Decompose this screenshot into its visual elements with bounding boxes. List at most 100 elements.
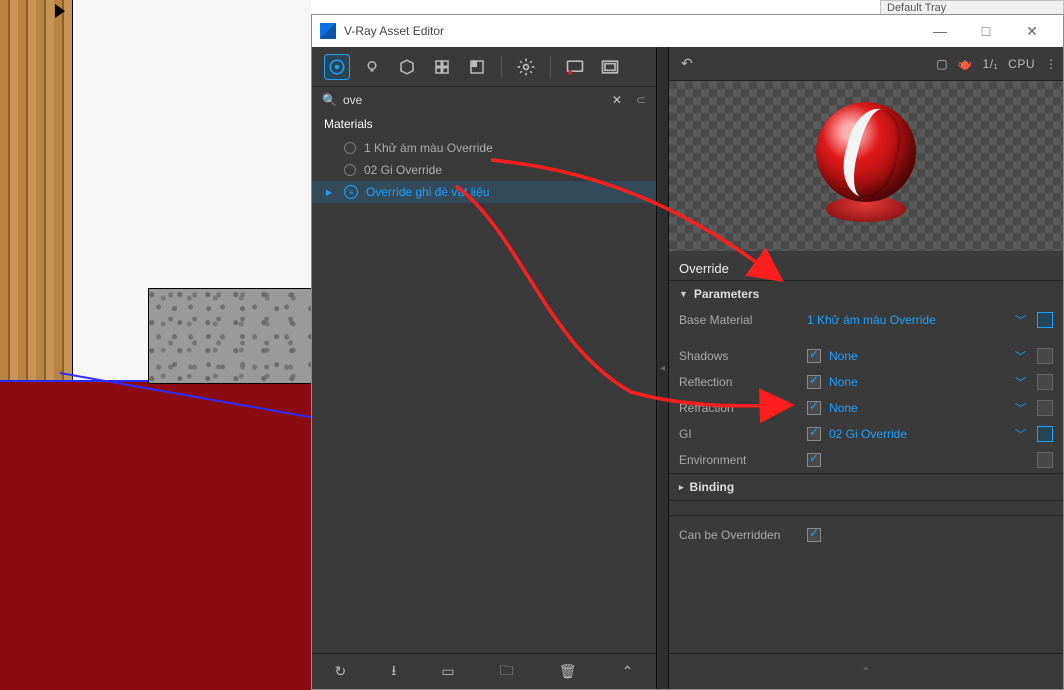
material-label: 02 Gi Override: [364, 163, 442, 177]
preview-sphere: [798, 98, 934, 234]
lights-icon[interactable]: [359, 54, 385, 80]
chevron-down-icon[interactable]: ﹀: [1015, 348, 1026, 364]
window-maximize-button[interactable]: □: [963, 16, 1009, 46]
chevron-down-icon[interactable]: ﹀: [1015, 400, 1026, 416]
param-label: Reflection: [679, 375, 799, 389]
param-gi: GI 02 Gi Override ﹀: [669, 421, 1063, 447]
left-panel: 🔍 ✕ ⊂ Materials 1 Khử ám màu Override 02…: [312, 47, 657, 689]
filter-toggle-icon[interactable]: ⊂: [636, 93, 646, 107]
param-refraction: Refraction None ﹀: [669, 395, 1063, 421]
reload-icon[interactable]: ↻: [335, 663, 347, 680]
window-title: V-Ray Asset Editor: [344, 24, 444, 38]
search-icon: 🔍: [322, 93, 337, 107]
param-value[interactable]: 1 Khử ám màu Override: [807, 313, 1007, 327]
render-ratio[interactable]: 1/₁: [983, 57, 999, 71]
render-icon[interactable]: [562, 54, 588, 80]
checkbox[interactable]: [807, 528, 821, 542]
render-device-label[interactable]: CPU: [1008, 57, 1035, 71]
left-panel-footer: ↻ ⭳ ▭ 🗀 🗑 ⌃: [312, 653, 656, 689]
geometries-icon[interactable]: [394, 54, 420, 80]
textures-icon[interactable]: [464, 54, 490, 80]
texture-slot-icon[interactable]: [1037, 426, 1053, 442]
import-icon[interactable]: ⭳: [391, 660, 396, 684]
texture-slot-icon[interactable]: [1037, 400, 1053, 416]
toolbar-separator: [501, 56, 502, 78]
texture-slot-icon[interactable]: [1037, 312, 1053, 328]
parameters-header[interactable]: ▼ Parameters: [669, 281, 1063, 307]
checkbox[interactable]: [807, 427, 821, 441]
search-bar: 🔍 ✕ ⊂: [312, 87, 656, 113]
checkbox[interactable]: [807, 375, 821, 389]
param-value[interactable]: None: [829, 375, 1007, 389]
texture-slot-icon[interactable]: [1037, 348, 1053, 364]
material-label: Override ghi đè vật liệu: [366, 185, 489, 199]
checkbox[interactable]: [807, 349, 821, 363]
delete-icon[interactable]: 🗑: [559, 663, 577, 680]
material-swatch-icon: [344, 142, 356, 154]
sketchup-viewport[interactable]: [0, 0, 311, 690]
more-icon[interactable]: ⋮: [1045, 57, 1057, 71]
chevron-down-icon[interactable]: ﹀: [1015, 374, 1026, 390]
sphere-icon: [816, 102, 916, 202]
right-panel-title: Override: [669, 251, 1063, 281]
chevron-down-icon[interactable]: ﹀: [1015, 426, 1026, 442]
param-label: Shadows: [679, 349, 799, 363]
right-panel-footer: ⌃: [669, 653, 1063, 689]
search-input[interactable]: [343, 93, 606, 107]
frame-buffer-icon[interactable]: [597, 54, 623, 80]
viewport-icon[interactable]: ▢: [936, 57, 947, 71]
param-value[interactable]: 02 Gi Override: [829, 427, 1007, 441]
param-shadows: Shadows None ﹀: [669, 343, 1063, 369]
panel-title: Binding: [690, 480, 735, 494]
teapot-icon[interactable]: 🫖: [958, 57, 973, 71]
param-reflection: Reflection None ﹀: [669, 369, 1063, 395]
chevron-right-icon: ▸: [679, 482, 684, 493]
collapse-icon[interactable]: ⌃: [622, 663, 634, 680]
texture-slot-icon[interactable]: [1037, 374, 1053, 390]
window-minimize-button[interactable]: —: [917, 16, 963, 46]
material-list: 1 Khử ám màu Override 02 Gi Override ▸ O…: [312, 137, 656, 653]
window-close-button[interactable]: ✕: [1009, 16, 1055, 46]
material-item[interactable]: 1 Khử ám màu Override: [312, 137, 656, 159]
materials-icon[interactable]: [324, 54, 350, 80]
material-preview[interactable]: [669, 81, 1063, 251]
vray-logo-icon: [320, 23, 336, 39]
param-label: Base Material: [679, 313, 799, 327]
texture-slot-icon[interactable]: [1037, 452, 1053, 468]
create-icon[interactable]: ▭: [441, 663, 454, 680]
toolbar-separator: [550, 56, 551, 78]
preview-toggle-icon[interactable]: ↶: [681, 55, 693, 72]
chevron-down-icon: ▼: [679, 289, 688, 299]
render-elements-icon[interactable]: [429, 54, 455, 80]
vray-asset-editor-window: V-Ray Asset Editor — □ ✕: [311, 14, 1064, 690]
folder-icon[interactable]: 🗀: [500, 660, 514, 684]
param-value[interactable]: None: [829, 401, 1007, 415]
collapse-icon[interactable]: ⌃: [861, 665, 871, 679]
param-label: Can be Overridden: [679, 528, 799, 542]
binding-panel: ▸ Binding: [669, 474, 1063, 501]
material-label: 1 Khử ám màu Override: [364, 141, 493, 155]
materials-section-header: Materials: [312, 113, 656, 137]
param-can-be-overridden: Can be Overridden: [669, 515, 1063, 547]
checkbox[interactable]: [807, 401, 821, 415]
scene-stone-wall: [148, 288, 311, 384]
mouse-cursor: [55, 4, 69, 22]
binding-header[interactable]: ▸ Binding: [669, 474, 1063, 500]
category-toolbar: [312, 47, 656, 87]
clear-search-icon[interactable]: ✕: [612, 93, 622, 107]
param-value[interactable]: None: [829, 349, 1007, 363]
collapse-strip[interactable]: ◂: [657, 47, 669, 689]
param-label: Environment: [679, 453, 799, 467]
param-label: Refraction: [679, 401, 799, 415]
window-titlebar[interactable]: V-Ray Asset Editor — □ ✕: [312, 15, 1063, 47]
checkbox[interactable]: [807, 453, 821, 467]
preview-toolbar: ↶ ▢ 🫖 1/₁ CPU ⋮: [669, 47, 1063, 81]
parameters-panel: ▼ Parameters Base Material 1 Khử ám màu …: [669, 281, 1063, 474]
material-swatch-icon: [344, 164, 356, 176]
material-item-selected[interactable]: ▸ Override ghi đè vật liệu: [312, 181, 656, 203]
right-panel: ↶ ▢ 🫖 1/₁ CPU ⋮ Override ▼: [669, 47, 1063, 689]
settings-icon[interactable]: [513, 54, 539, 80]
material-item[interactable]: 02 Gi Override: [312, 159, 656, 181]
scene-floor: [0, 380, 311, 690]
chevron-down-icon[interactable]: ﹀: [1015, 312, 1026, 328]
